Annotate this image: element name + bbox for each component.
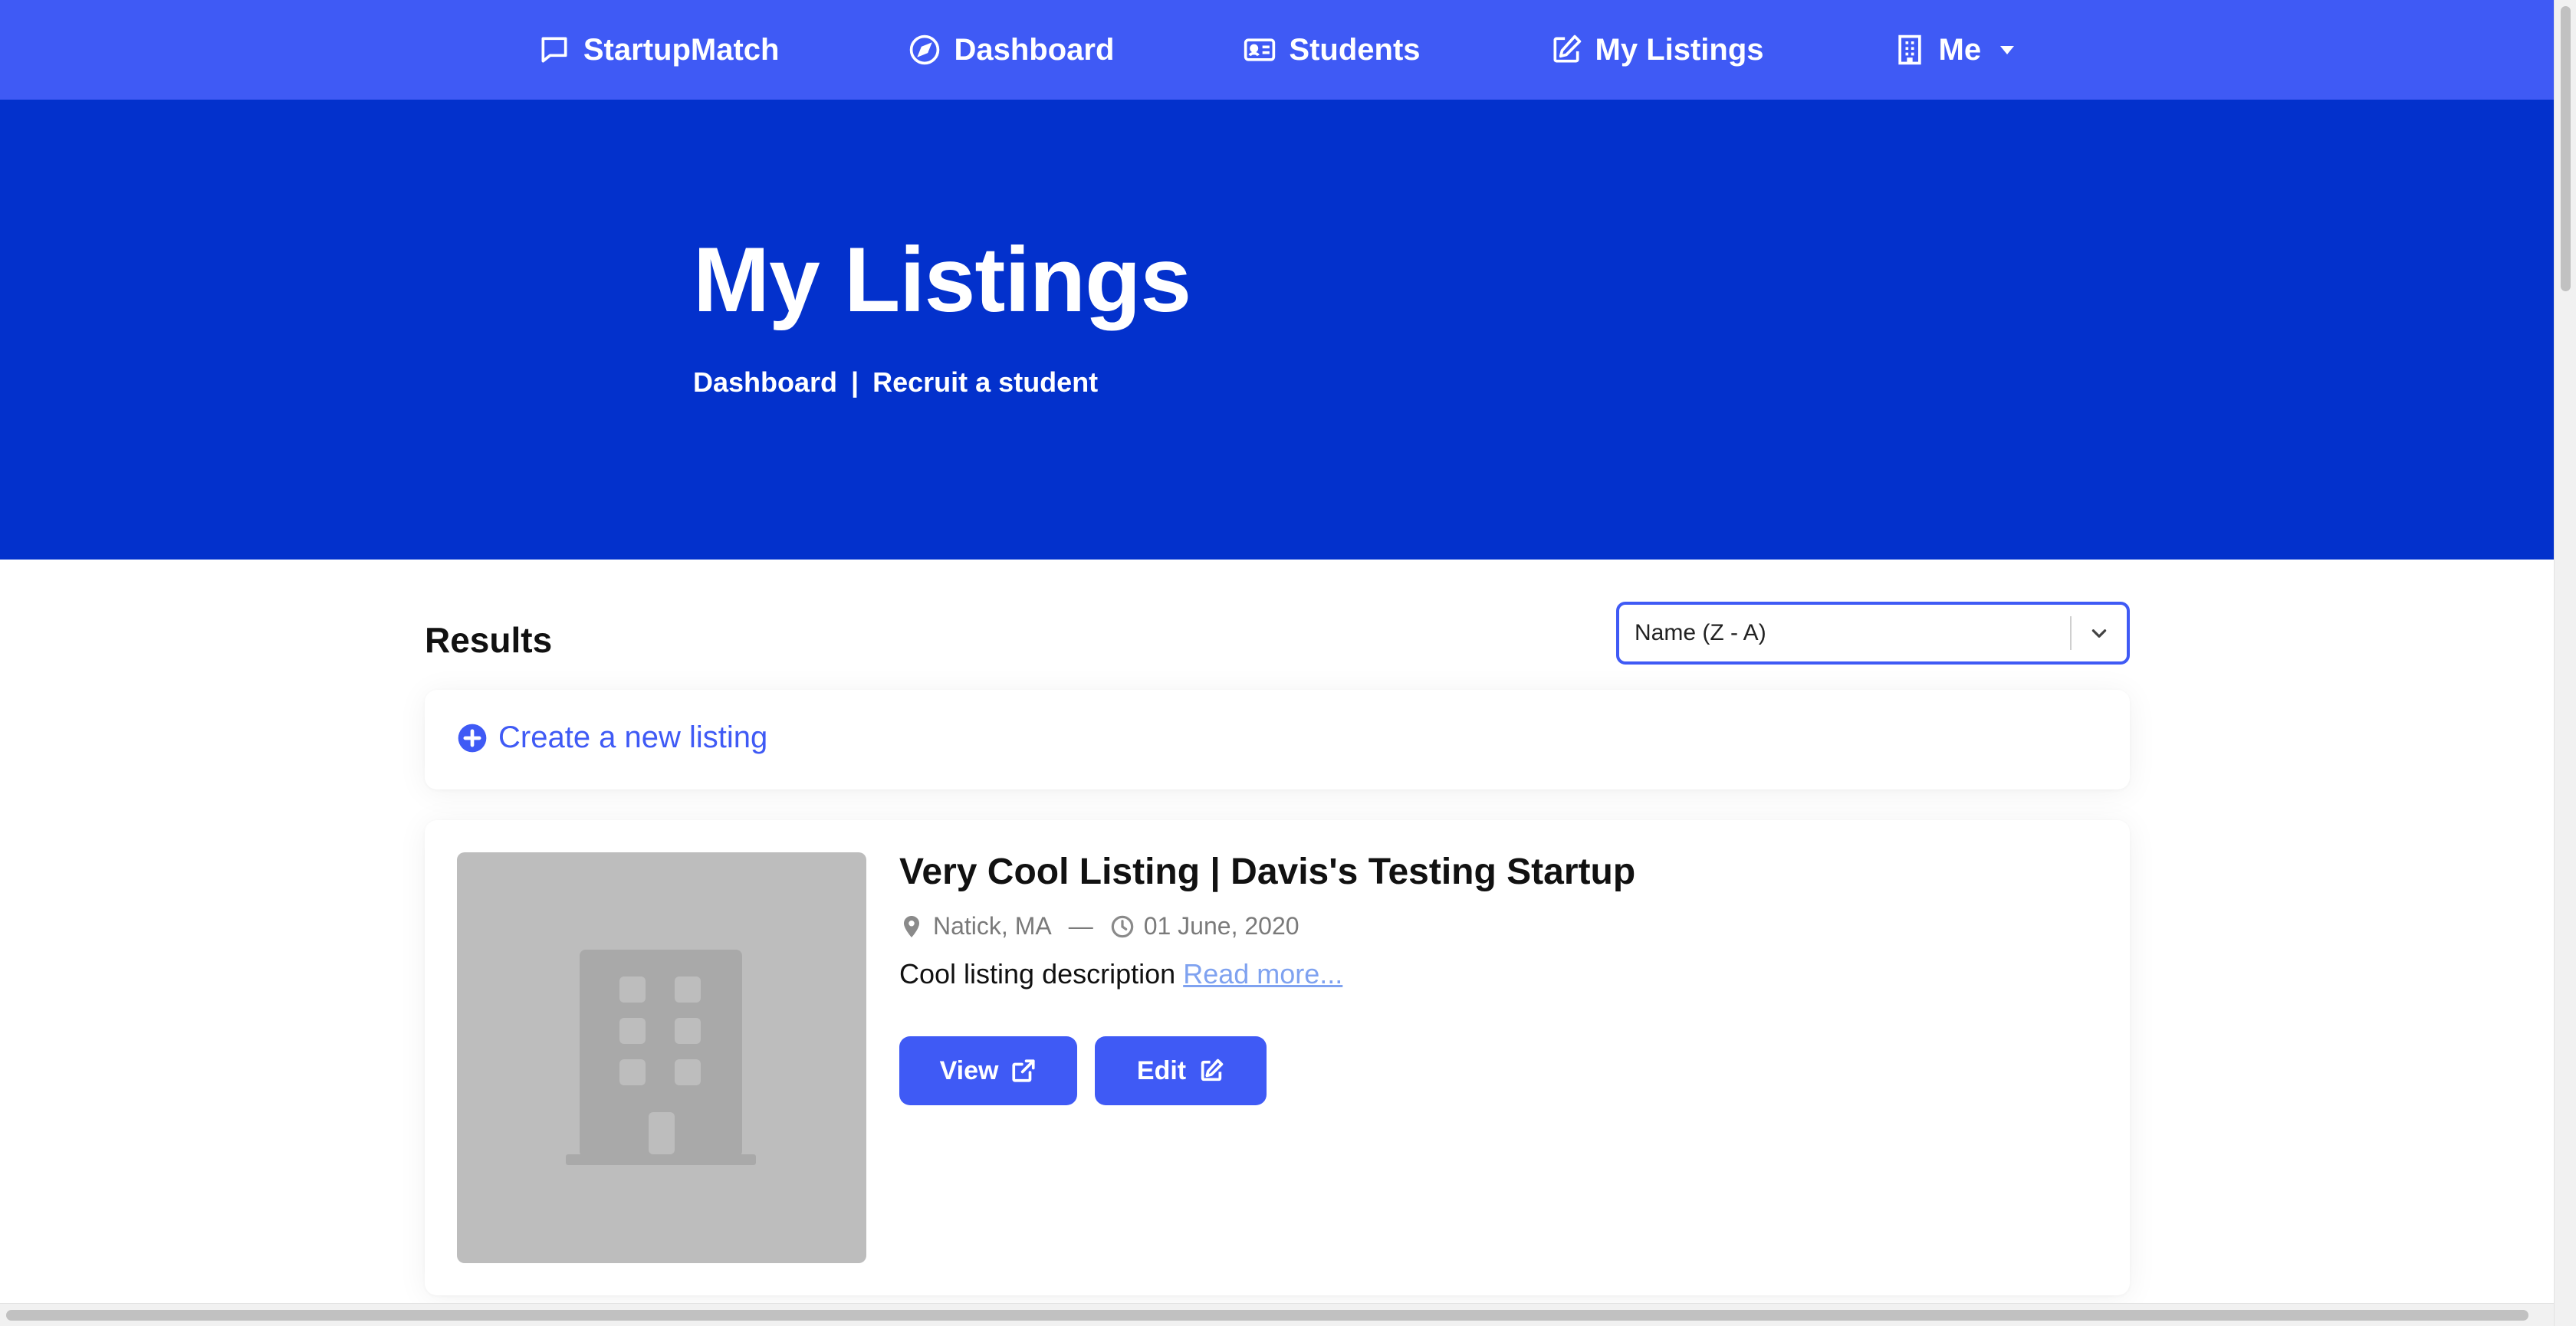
view-button-label: View xyxy=(939,1055,999,1085)
listing-location: Natick, MA xyxy=(933,912,1052,940)
nav-dashboard-label: Dashboard xyxy=(954,32,1115,67)
breadcrumb-recruit-link[interactable]: Recruit a student xyxy=(872,366,1098,399)
building-placeholder-icon xyxy=(566,950,756,1165)
external-link-icon xyxy=(1012,1059,1036,1082)
listing-date: 01 June, 2020 xyxy=(1143,912,1300,940)
listing-title[interactable]: Very Cool Listing | Davis's Testing Star… xyxy=(899,851,1635,893)
page-title: My Listings xyxy=(693,228,1191,331)
listing-description-text: Cool listing description xyxy=(899,958,1176,990)
meta-separator: — xyxy=(1068,912,1093,940)
nav-brand-startupmatch[interactable]: StartupMatch xyxy=(537,32,780,67)
nav-students[interactable]: Students xyxy=(1243,32,1421,67)
nav-me-dropdown[interactable]: Me xyxy=(1893,33,2017,67)
chat-bubble-icon xyxy=(541,37,567,63)
horizontal-scrollbar-thumb[interactable] xyxy=(6,1310,2528,1321)
caret-down-icon xyxy=(2000,46,2015,54)
nav-me-label: Me xyxy=(1938,32,1982,67)
clock-icon xyxy=(1111,915,1133,937)
nav-students-label: Students xyxy=(1289,32,1421,67)
select-toggle[interactable] xyxy=(2072,623,2127,643)
compass-icon xyxy=(910,34,940,65)
plus-circle-icon xyxy=(458,724,487,752)
nav-my-listings-label: My Listings xyxy=(1595,32,1764,67)
nav-dashboard[interactable]: Dashboard xyxy=(908,33,1114,67)
top-navbar: StartupMatch Dashboard Students My Listi… xyxy=(0,0,2554,100)
breadcrumb-separator: | xyxy=(851,366,859,398)
view-listing-button[interactable]: View xyxy=(899,1036,1077,1105)
vertical-scrollbar[interactable] xyxy=(2554,0,2576,1326)
sort-select[interactable]: Name (Z - A) xyxy=(1616,602,2130,665)
edit-square-icon xyxy=(1201,1059,1224,1081)
create-listing-card: Create a new listing xyxy=(425,690,2130,789)
listing-description: Cool listing description Read more... xyxy=(899,958,1342,990)
create-listing-label: Create a new listing xyxy=(498,720,768,754)
breadcrumb: Dashboard | Recruit a student xyxy=(693,366,1098,399)
edit-square-icon xyxy=(1553,34,1581,63)
listing-image-placeholder xyxy=(457,852,866,1263)
listing-meta: Natick, MA — 01 June, 2020 xyxy=(899,912,1300,940)
edit-listing-button[interactable]: Edit xyxy=(1095,1036,1267,1105)
id-card-icon xyxy=(1244,38,1276,61)
sort-selected-value: Name (Z - A) xyxy=(1635,620,1766,645)
nav-my-listings[interactable]: My Listings xyxy=(1549,33,1764,67)
create-listing-link[interactable]: Create a new listing xyxy=(457,720,767,755)
read-more-link[interactable]: Read more... xyxy=(1183,958,1342,990)
map-pin-icon xyxy=(904,915,919,937)
results-heading: Results xyxy=(425,620,553,660)
page: StartupMatch Dashboard Students My Listi… xyxy=(0,0,2554,1326)
building-icon xyxy=(1898,34,1921,65)
vertical-scrollbar-thumb[interactable] xyxy=(2561,6,2571,291)
horizontal-scrollbar[interactable] xyxy=(0,1303,2554,1326)
nav-brand-label: StartupMatch xyxy=(583,32,780,67)
breadcrumb-dashboard-link[interactable]: Dashboard xyxy=(693,366,837,399)
listing-card: Very Cool Listing | Davis's Testing Star… xyxy=(425,820,2130,1295)
chevron-down-icon xyxy=(2091,629,2107,638)
hero-banner: My Listings Dashboard | Recruit a studen… xyxy=(0,100,2554,560)
edit-button-label: Edit xyxy=(1136,1055,1187,1085)
